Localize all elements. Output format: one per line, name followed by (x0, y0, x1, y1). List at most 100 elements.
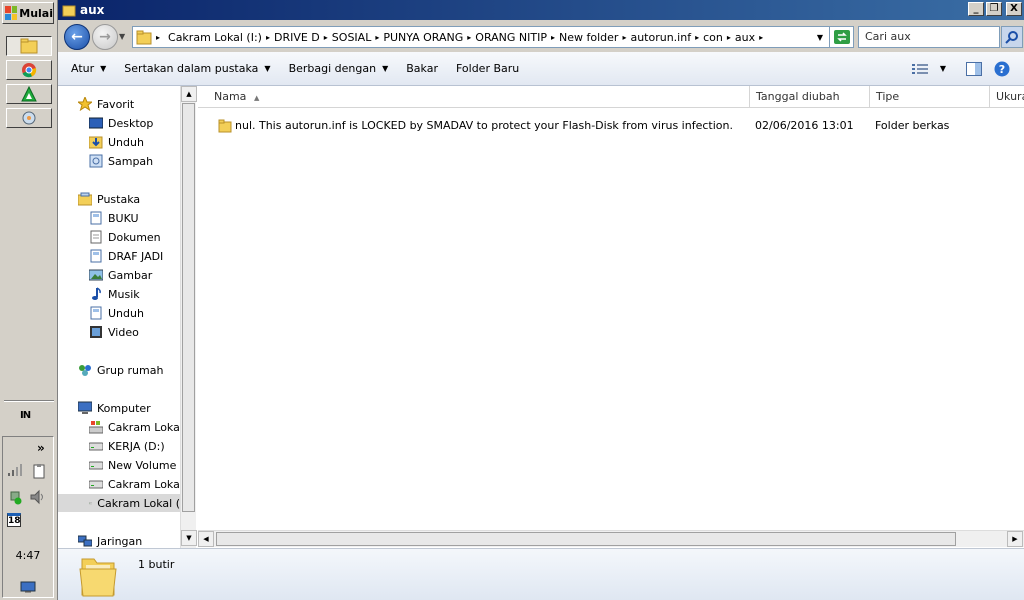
address-bar[interactable]: ▸ Cakram Lokal (I:) ▸ DRIVE D ▸ SOSIAL ▸… (132, 26, 830, 48)
hard-drive-icon (89, 461, 103, 470)
breadcrumb-item[interactable]: aux (731, 31, 759, 44)
new-folder-button[interactable]: Folder Baru (447, 57, 528, 81)
chevron-down-icon: ▼ (264, 64, 271, 73)
burn-button[interactable]: Bakar (397, 57, 447, 81)
control-panel-icon (22, 111, 36, 125)
scroll-right-icon[interactable]: ▶ (1007, 531, 1023, 547)
maximize-button[interactable]: ❐ (986, 2, 1002, 16)
column-header-type[interactable]: Tipe (870, 86, 990, 108)
nav-favorites[interactable]: Favorit (78, 95, 134, 113)
column-header-date[interactable]: Tanggal diubah (750, 86, 870, 108)
breadcrumb-item[interactable]: SOSIAL (328, 31, 376, 44)
nav-drive-e[interactable]: New Volume (E (89, 456, 180, 474)
nav-pane-scrollbar[interactable]: ▲ ▼ (180, 86, 197, 548)
horizontal-scrollbar[interactable]: ◀ ▶ (198, 530, 1024, 547)
column-headers: Nama ▲ Tanggal diubah Tipe Ukura (198, 86, 1024, 108)
breadcrumb-item[interactable]: autorun.inf (626, 31, 695, 44)
volume-icon[interactable] (29, 489, 47, 505)
nav-recent[interactable]: Sampah (89, 152, 153, 170)
breadcrumb-item[interactable]: ORANG NITIP (471, 31, 551, 44)
nav-lib-music[interactable]: Musik (89, 285, 140, 303)
search-button[interactable] (1001, 26, 1023, 48)
nav-drive-c[interactable]: Cakram Lokal ( (89, 418, 180, 436)
include-library-label: Sertakan dalam pustaka (124, 62, 259, 75)
nav-recent-label: Sampah (108, 154, 154, 168)
taskbar-explorer-button[interactable] (6, 36, 52, 56)
folder-icon (62, 5, 76, 17)
power-plug-icon[interactable] (7, 489, 23, 505)
help-icon[interactable]: ? (994, 61, 1010, 77)
breadcrumb-item[interactable]: con (699, 31, 727, 44)
taskbar-divider (4, 400, 54, 402)
file-date: 02/06/2016 13:01 (755, 119, 854, 132)
document-icon (90, 230, 102, 244)
preview-pane-icon[interactable] (966, 61, 982, 76)
nav-lib-documents[interactable]: Dokumen (89, 228, 161, 246)
network-icon (78, 535, 92, 547)
clock[interactable]: 4:47 (3, 549, 53, 562)
minimize-button[interactable]: _ (968, 2, 984, 16)
breadcrumb-separator-icon[interactable]: ▸ (152, 33, 164, 42)
taskbar-chrome-button[interactable] (6, 60, 52, 80)
library-icon (90, 306, 102, 320)
network-signal-icon[interactable] (7, 463, 23, 477)
nav-homegroup[interactable]: Grup rumah (78, 361, 163, 379)
nav-network-label: Jaringan (97, 534, 143, 548)
scroll-down-icon[interactable]: ▼ (181, 530, 197, 546)
recent-pages-dropdown-icon[interactable]: ▼ (119, 32, 125, 41)
nav-downloads[interactable]: Unduh (89, 133, 144, 151)
breadcrumb-item[interactable]: New folder (555, 31, 622, 44)
nav-lib-downloads[interactable]: Unduh (89, 304, 144, 322)
clipboard-icon[interactable] (31, 463, 47, 479)
forward-button[interactable]: → (92, 24, 118, 50)
column-header-name[interactable]: Nama ▲ (198, 86, 750, 108)
nav-lib-videos[interactable]: Video (89, 323, 139, 341)
table-row[interactable]: nul. This autorun.inf is LOCKED by SMADA… (198, 116, 1024, 136)
system-tray: » 18 4:47 (2, 436, 54, 598)
organize-button[interactable]: Atur ▼ (58, 57, 115, 81)
folder-icon (218, 119, 232, 133)
scroll-left-icon[interactable]: ◀ (198, 531, 214, 547)
language-indicator-icon[interactable]: IN (20, 410, 31, 421)
start-button[interactable]: Mulai (2, 2, 54, 24)
nav-scroll-thumb[interactable] (182, 103, 195, 512)
svg-text:?: ? (999, 63, 1005, 76)
nav-desktop[interactable]: Desktop (89, 114, 153, 132)
pictures-icon (89, 269, 103, 281)
taskbar-app-settings-button[interactable] (6, 108, 52, 128)
search-input[interactable]: Cari aux (858, 26, 1000, 48)
breadcrumb-separator-icon[interactable]: ▸ (759, 33, 763, 42)
nav-libraries-label: Pustaka (97, 192, 141, 206)
scroll-up-icon[interactable]: ▲ (181, 86, 197, 102)
nav-lib-draf[interactable]: DRAF JADI (89, 247, 163, 265)
share-with-button[interactable]: Berbagi dengan ▼ (280, 57, 398, 81)
nav-drive-i[interactable]: Cakram Lokal ( (58, 494, 180, 512)
nav-computer[interactable]: Komputer (78, 399, 151, 417)
close-button[interactable]: X (1006, 2, 1022, 16)
tray-expand-button[interactable]: » (37, 441, 45, 455)
view-options-icon[interactable] (911, 63, 928, 75)
nav-libraries[interactable]: Pustaka (78, 190, 140, 208)
view-dropdown-icon[interactable]: ▼ (940, 64, 946, 73)
nav-network[interactable]: Jaringan (78, 532, 142, 548)
nav-drive-d[interactable]: KERJA (D:) (89, 437, 165, 455)
column-header-size[interactable]: Ukura (990, 86, 1024, 108)
details-pane: 1 butir (58, 548, 1024, 600)
file-name[interactable]: nul. This autorun.inf is LOCKED by SMADA… (235, 116, 733, 136)
refresh-button[interactable] (830, 26, 854, 48)
back-button[interactable]: ← (64, 24, 90, 50)
calendar-icon[interactable]: 18 (7, 513, 21, 527)
breadcrumb-item[interactable]: DRIVE D (270, 31, 324, 44)
horizontal-scroll-thumb[interactable] (216, 532, 956, 546)
taskbar-app-green-button[interactable] (6, 84, 52, 104)
breadcrumb-item[interactable]: Cakram Lokal (I:) (164, 31, 266, 44)
nav-lib-pictures[interactable]: Gambar (89, 266, 152, 284)
address-dropdown-icon[interactable]: ▼ (817, 33, 829, 42)
nav-lib-music-label: Musik (108, 287, 140, 301)
show-desktop-icon[interactable] (20, 581, 36, 593)
nav-lib-buku[interactable]: BUKU (89, 209, 139, 227)
breadcrumb-item[interactable]: PUNYA ORANG (379, 31, 467, 44)
include-in-library-button[interactable]: Sertakan dalam pustaka ▼ (115, 57, 279, 81)
title-bar[interactable]: aux _ ❐ X (58, 0, 1024, 20)
nav-drive-f[interactable]: Cakram Lokal ( (89, 475, 180, 493)
